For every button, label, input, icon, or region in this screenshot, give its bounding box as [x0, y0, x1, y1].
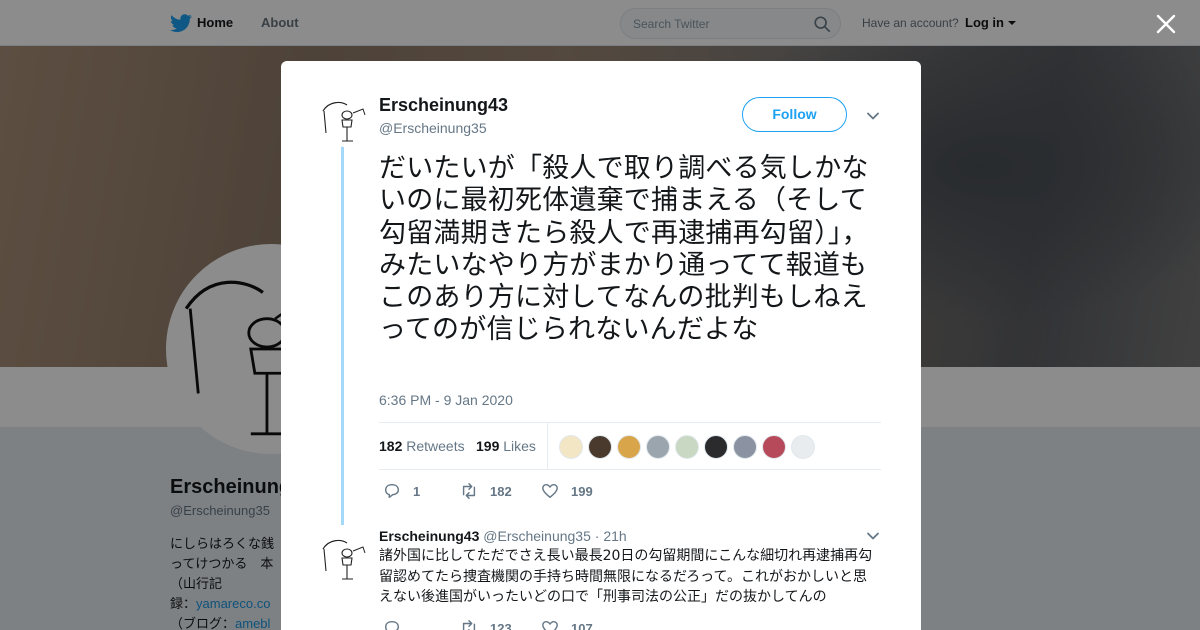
- reply-author-name[interactable]: Erscheinung43: [379, 528, 479, 544]
- reply-time[interactable]: · 21h: [595, 528, 627, 544]
- chevron-down-icon[interactable]: [866, 109, 880, 123]
- reply-author-avatar[interactable]: [319, 533, 371, 585]
- heart-icon: [542, 483, 558, 499]
- author-name[interactable]: Erscheinung43: [379, 95, 508, 116]
- heart-icon: [542, 620, 558, 630]
- liker-avatar[interactable]: [617, 435, 641, 459]
- liker-avatar[interactable]: [646, 435, 670, 459]
- liker-avatar[interactable]: [559, 435, 583, 459]
- thread-connector-line: [341, 143, 344, 525]
- author-avatar[interactable]: [319, 95, 371, 147]
- reply-header: Erscheinung43 @Erscheinung35 · 21h: [379, 528, 627, 544]
- chevron-down-icon[interactable]: [866, 529, 880, 543]
- likes-stat[interactable]: 199 Likes: [476, 438, 536, 454]
- tweet-timestamp[interactable]: 6:36 PM - 9 Jan 2020: [379, 392, 513, 408]
- follow-button[interactable]: Follow: [742, 97, 847, 132]
- liker-avatar[interactable]: [791, 435, 815, 459]
- retweets-stat[interactable]: 182 Retweets: [379, 438, 465, 454]
- retweet-icon: [462, 483, 476, 499]
- author-handle[interactable]: @Erscheinung35: [379, 120, 487, 136]
- retweet-icon: [462, 620, 476, 630]
- reply-icon: [384, 620, 400, 630]
- retweets-label: Retweets: [406, 438, 465, 454]
- reply-count: 1: [413, 484, 421, 499]
- retweet-count: 182: [490, 484, 512, 499]
- tweet-stats: 182 Retweets 199 Likes: [379, 422, 881, 470]
- reply-text: 諸外国に比してただでさえ長い最長20日の勾留期間にこんな細切れ再逮捕再勾留認めて…: [379, 548, 873, 605]
- liker-avatar[interactable]: [733, 435, 757, 459]
- reply-icon: [384, 483, 400, 499]
- likes-count: 199: [476, 438, 500, 454]
- liker-avatar[interactable]: [675, 435, 699, 459]
- tweet-actions: 1 182 199: [379, 481, 879, 501]
- reply-like-count: 107: [571, 621, 593, 630]
- likes-label: Likes: [503, 438, 536, 454]
- reply-retweet-count: 123: [490, 621, 512, 630]
- reply-author-handle[interactable]: @Erscheinung35: [483, 528, 591, 544]
- author-avatar-drawing: [322, 101, 366, 142]
- close-icon[interactable]: [1155, 13, 1177, 35]
- reply-avatar-drawing: [322, 539, 366, 580]
- liker-avatar[interactable]: [704, 435, 728, 459]
- tweet-modal: Erscheinung43 @Erscheinung35 Follow だいたい…: [281, 61, 921, 630]
- liker-avatar[interactable]: [588, 435, 612, 459]
- retweets-count: 182: [379, 438, 403, 454]
- like-count: 199: [571, 484, 593, 499]
- reply-actions: 123 107: [379, 618, 879, 630]
- liker-avatar[interactable]: [762, 435, 786, 459]
- tweet-text: だいたいが「殺人で取り調べる気しかないのに最初死体遺棄で捕まえる（そして勾留満期…: [379, 153, 869, 346]
- stats-divider: [547, 423, 548, 469]
